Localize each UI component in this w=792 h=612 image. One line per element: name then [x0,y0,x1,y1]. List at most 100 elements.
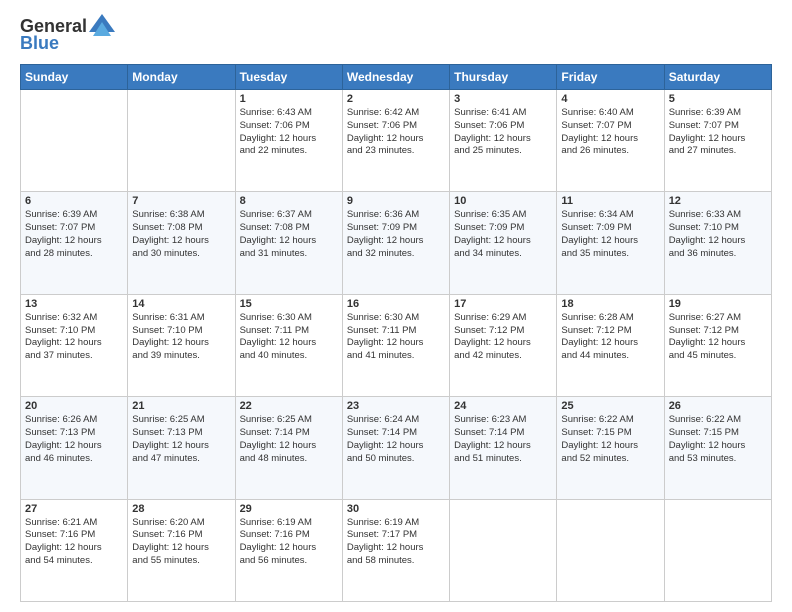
cell-info: Sunrise: 6:42 AM Sunset: 7:06 PM Dayligh… [347,107,445,158]
calendar-cell: 12Sunrise: 6:33 AM Sunset: 7:10 PM Dayli… [664,192,771,294]
calendar-cell: 5 Sunrise: 6:39 AM Sunset: 7:07 PM Daylig… [664,90,771,192]
cell-info: Sunrise: 6:19 AM Sunset: 7:17 PM Dayligh… [347,517,445,568]
calendar-cell: 24 Sunrise: 6:23 AM Sunset: 7:14 PM Dayli… [450,397,557,499]
calendar-cell: 28 Sunrise: 6:20 AM Sunset: 7:16 PM Dayli… [128,499,235,601]
col-header-tuesday: Tuesday [235,65,342,90]
calendar-cell: 19Sunrise: 6:27 AM Sunset: 7:12 PM Dayli… [664,294,771,396]
col-header-monday: Monday [128,65,235,90]
cell-day-number: 1 [240,93,338,105]
calendar-cell: 6 Sunrise: 6:39 AM Sunset: 7:07 PM Daylig… [21,192,128,294]
week-row-4: 20 Sunrise: 6:26 AM Sunset: 7:13 PM Dayli… [21,397,772,499]
calendar-cell: 29 Sunrise: 6:19 AM Sunset: 7:16 PM Dayli… [235,499,342,601]
calendar-cell: 9Sunrise: 6:36 AM Sunset: 7:09 PM Daylig… [342,192,449,294]
calendar-cell: 25 Sunrise: 6:22 AM Sunset: 7:15 PM Dayli… [557,397,664,499]
cell-info: Sunrise: 6:20 AM Sunset: 7:16 PM Dayligh… [132,517,230,568]
calendar-cell: 15 Sunrise: 6:30 AM Sunset: 7:11 PM Dayli… [235,294,342,396]
cell-day-number: 30 [347,503,445,515]
cell-day-number: 21 [132,400,230,412]
cell-day-number: 3 [454,93,552,105]
cell-day-number: 8 [240,195,338,207]
calendar-cell [664,499,771,601]
calendar-cell [450,499,557,601]
cell-day-number: 14 [132,298,230,310]
cell-info: Sunrise: 6:30 AM Sunset: 7:11 PM Dayligh… [240,312,338,363]
calendar-cell: 2Sunrise: 6:42 AM Sunset: 7:06 PM Daylig… [342,90,449,192]
week-row-2: 6 Sunrise: 6:39 AM Sunset: 7:07 PM Daylig… [21,192,772,294]
calendar-cell: 8 Sunrise: 6:37 AM Sunset: 7:08 PM Daylig… [235,192,342,294]
cell-day-number: 10 [454,195,552,207]
cell-day-number: 18 [561,298,659,310]
week-row-1: 1 Sunrise: 6:43 AM Sunset: 7:06 PM Daylig… [21,90,772,192]
header: General Blue [20,16,772,54]
col-header-thursday: Thursday [450,65,557,90]
calendar-cell: 23 Sunrise: 6:24 AM Sunset: 7:14 PM Dayli… [342,397,449,499]
logo-icon [89,14,115,36]
calendar-cell: 22 Sunrise: 6:25 AM Sunset: 7:14 PM Dayli… [235,397,342,499]
calendar-cell: 11 Sunrise: 6:34 AM Sunset: 7:09 PM Dayli… [557,192,664,294]
cell-day-number: 20 [25,400,123,412]
cell-info: Sunrise: 6:38 AM Sunset: 7:08 PM Dayligh… [132,209,230,260]
calendar-cell: 16 Sunrise: 6:30 AM Sunset: 7:11 PM Dayli… [342,294,449,396]
col-header-friday: Friday [557,65,664,90]
calendar-cell: 30 Sunrise: 6:19 AM Sunset: 7:17 PM Dayli… [342,499,449,601]
cell-day-number: 23 [347,400,445,412]
cell-day-number: 29 [240,503,338,515]
calendar-cell [21,90,128,192]
cell-info: Sunrise: 6:39 AM Sunset: 7:07 PM Dayligh… [669,107,767,158]
cell-day-number: 15 [240,298,338,310]
cell-info: Sunrise: 6:29 AM Sunset: 7:12 PM Dayligh… [454,312,552,363]
col-header-wednesday: Wednesday [342,65,449,90]
cell-info: Sunrise: 6:25 AM Sunset: 7:14 PM Dayligh… [240,414,338,465]
cell-info: Sunrise: 6:21 AM Sunset: 7:16 PM Dayligh… [25,517,123,568]
cell-day-number: 11 [561,195,659,207]
logo: General Blue [20,16,115,54]
cell-info: Sunrise: 6:43 AM Sunset: 7:06 PM Dayligh… [240,107,338,158]
calendar-cell: 4Sunrise: 6:40 AM Sunset: 7:07 PM Daylig… [557,90,664,192]
cell-info: Sunrise: 6:23 AM Sunset: 7:14 PM Dayligh… [454,414,552,465]
week-row-5: 27 Sunrise: 6:21 AM Sunset: 7:16 PM Dayli… [21,499,772,601]
calendar-cell: 18 Sunrise: 6:28 AM Sunset: 7:12 PM Dayli… [557,294,664,396]
cell-info: Sunrise: 6:26 AM Sunset: 7:13 PM Dayligh… [25,414,123,465]
cell-day-number: 25 [561,400,659,412]
cell-day-number: 12 [669,195,767,207]
calendar-cell: 1 Sunrise: 6:43 AM Sunset: 7:06 PM Daylig… [235,90,342,192]
week-row-3: 13Sunrise: 6:32 AM Sunset: 7:10 PM Dayli… [21,294,772,396]
cell-info: Sunrise: 6:31 AM Sunset: 7:10 PM Dayligh… [132,312,230,363]
cell-info: Sunrise: 6:41 AM Sunset: 7:06 PM Dayligh… [454,107,552,158]
cell-info: Sunrise: 6:19 AM Sunset: 7:16 PM Dayligh… [240,517,338,568]
col-header-saturday: Saturday [664,65,771,90]
calendar-table: SundayMondayTuesdayWednesdayThursdayFrid… [20,64,772,602]
calendar-cell [128,90,235,192]
cell-info: Sunrise: 6:22 AM Sunset: 7:15 PM Dayligh… [669,414,767,465]
calendar-cell: 14 Sunrise: 6:31 AM Sunset: 7:10 PM Dayli… [128,294,235,396]
cell-info: Sunrise: 6:22 AM Sunset: 7:15 PM Dayligh… [561,414,659,465]
calendar-cell: 7Sunrise: 6:38 AM Sunset: 7:08 PM Daylig… [128,192,235,294]
cell-day-number: 5 [669,93,767,105]
cell-day-number: 24 [454,400,552,412]
header-row: SundayMondayTuesdayWednesdayThursdayFrid… [21,65,772,90]
cell-info: Sunrise: 6:32 AM Sunset: 7:10 PM Dayligh… [25,312,123,363]
cell-day-number: 16 [347,298,445,310]
cell-info: Sunrise: 6:25 AM Sunset: 7:13 PM Dayligh… [132,414,230,465]
cell-info: Sunrise: 6:35 AM Sunset: 7:09 PM Dayligh… [454,209,552,260]
cell-info: Sunrise: 6:39 AM Sunset: 7:07 PM Dayligh… [25,209,123,260]
cell-day-number: 26 [669,400,767,412]
cell-day-number: 6 [25,195,123,207]
col-header-sunday: Sunday [21,65,128,90]
cell-info: Sunrise: 6:36 AM Sunset: 7:09 PM Dayligh… [347,209,445,260]
logo-blue-text: Blue [20,33,59,54]
cell-info: Sunrise: 6:40 AM Sunset: 7:07 PM Dayligh… [561,107,659,158]
cell-info: Sunrise: 6:30 AM Sunset: 7:11 PM Dayligh… [347,312,445,363]
cell-info: Sunrise: 6:34 AM Sunset: 7:09 PM Dayligh… [561,209,659,260]
calendar-cell: 17Sunrise: 6:29 AM Sunset: 7:12 PM Dayli… [450,294,557,396]
calendar-cell: 3 Sunrise: 6:41 AM Sunset: 7:06 PM Daylig… [450,90,557,192]
cell-day-number: 28 [132,503,230,515]
calendar-cell: 26 Sunrise: 6:22 AM Sunset: 7:15 PM Dayli… [664,397,771,499]
cell-day-number: 22 [240,400,338,412]
cell-day-number: 27 [25,503,123,515]
calendar-cell: 20 Sunrise: 6:26 AM Sunset: 7:13 PM Dayli… [21,397,128,499]
page: General Blue SundayMondayTuesdayWednesda… [0,0,792,612]
cell-info: Sunrise: 6:37 AM Sunset: 7:08 PM Dayligh… [240,209,338,260]
cell-info: Sunrise: 6:28 AM Sunset: 7:12 PM Dayligh… [561,312,659,363]
cell-info: Sunrise: 6:24 AM Sunset: 7:14 PM Dayligh… [347,414,445,465]
